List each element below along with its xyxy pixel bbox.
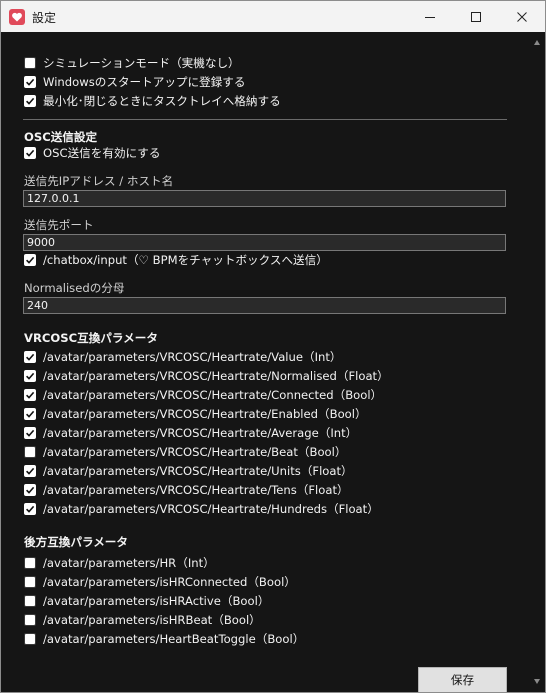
scroll-up-icon[interactable] <box>534 40 540 45</box>
checkbox-box[interactable] <box>24 370 36 382</box>
check-icon <box>26 505 35 513</box>
parameter-checkbox[interactable]: /avatar/parameters/VRCOSC/Heartrate/Unit… <box>24 463 353 479</box>
parameter-checkbox[interactable]: /avatar/parameters/VRCOSC/Heartrate/Enab… <box>24 406 367 422</box>
check-icon <box>26 486 35 494</box>
checkbox-box[interactable] <box>24 147 36 159</box>
settings-window: 設定 シミュレーションモード（実機なし） Windowsのスタートアップに登録す… <box>0 0 546 693</box>
checkbox-box[interactable] <box>24 576 36 588</box>
check-icon <box>26 410 35 418</box>
check-icon <box>26 78 35 86</box>
checkbox-label: /avatar/parameters/VRCOSC/Heartrate/Valu… <box>43 350 342 364</box>
heart-icon <box>9 9 25 25</box>
checkbox-label: /avatar/parameters/isHRBeat（Bool） <box>43 613 261 627</box>
checkbox-box[interactable] <box>24 557 36 569</box>
check-icon <box>26 97 35 105</box>
normalised-label: Normalisedの分母 <box>24 281 125 295</box>
maximize-button[interactable] <box>453 1 499 32</box>
parameter-checkbox[interactable]: /avatar/parameters/HeartBeatToggle（Bool） <box>24 631 304 647</box>
checkbox-label: /avatar/parameters/VRCOSC/Heartrate/Enab… <box>43 407 367 421</box>
check-icon <box>26 256 35 264</box>
checkbox-box[interactable] <box>24 351 36 363</box>
checkbox-box[interactable] <box>24 76 36 88</box>
save-button[interactable]: 保存 <box>418 667 507 692</box>
legacy-heading: 後方互換パラメータ <box>24 535 128 549</box>
parameter-checkbox[interactable]: /avatar/parameters/isHRActive（Bool） <box>24 593 269 609</box>
checkbox-box[interactable] <box>24 614 36 626</box>
parameter-checkbox[interactable]: /avatar/parameters/VRCOSC/Heartrate/Valu… <box>24 349 342 365</box>
checkbox-box[interactable] <box>24 503 36 515</box>
checkbox-label: /avatar/parameters/VRCOSC/Heartrate/Unit… <box>43 464 353 478</box>
checkbox-box[interactable] <box>24 95 36 107</box>
chatbox-checkbox[interactable]: /chatbox/input（♡ BPMをチャットボックスへ送信） <box>24 252 328 268</box>
checkbox-box[interactable] <box>24 57 36 69</box>
checkbox-label: /avatar/parameters/HeartBeatToggle（Bool） <box>43 632 305 646</box>
port-input[interactable]: 9000 <box>23 234 506 251</box>
checkbox-box[interactable] <box>24 408 36 420</box>
check-icon <box>26 372 35 380</box>
minimize-icon <box>425 16 435 18</box>
checkbox-label: /avatar/parameters/HR（Int） <box>43 556 215 570</box>
simulation-mode-checkbox[interactable]: シミュレーションモード（実機なし） <box>24 55 240 71</box>
checkbox-label: /avatar/parameters/VRCOSC/Heartrate/Beat… <box>43 445 347 459</box>
osc-heading: OSC送信設定 <box>24 130 98 144</box>
checkbox-label: /avatar/parameters/VRCOSC/Heartrate/Norm… <box>43 369 389 383</box>
parameter-checkbox[interactable]: /avatar/parameters/HR（Int） <box>24 555 215 571</box>
check-icon <box>26 429 35 437</box>
checkbox-label: /avatar/parameters/VRCOSC/Heartrate/Tens… <box>43 483 349 497</box>
settings-content: シミュレーションモード（実機なし） Windowsのスタートアップに登録する 最… <box>1 32 530 692</box>
checkbox-label: /avatar/parameters/isHRConnected（Bool） <box>43 575 296 589</box>
tray-checkbox[interactable]: 最小化･閉じるときにタスクトレイへ格納する <box>24 93 281 109</box>
check-icon <box>26 149 35 157</box>
host-label: 送信先IPアドレス / ホスト名 <box>24 174 174 188</box>
port-label: 送信先ポート <box>24 218 94 232</box>
vertical-scrollbar[interactable] <box>530 32 545 692</box>
close-icon <box>517 11 527 22</box>
host-input[interactable]: 127.0.0.1 <box>23 190 506 207</box>
parameter-checkbox[interactable]: /avatar/parameters/VRCOSC/Heartrate/Norm… <box>24 368 389 384</box>
checkbox-label: /chatbox/input（♡ BPMをチャットボックスへ送信） <box>43 253 328 267</box>
scroll-down-icon[interactable] <box>534 679 540 684</box>
checkbox-box[interactable] <box>24 446 36 458</box>
checkbox-label: シミュレーションモード（実機なし） <box>43 56 240 70</box>
window-title: 設定 <box>32 11 57 25</box>
checkbox-box[interactable] <box>24 465 36 477</box>
title-bar[interactable]: 設定 <box>1 1 545 32</box>
normalised-input[interactable]: 240 <box>23 297 506 314</box>
checkbox-label: /avatar/parameters/VRCOSC/Heartrate/Conn… <box>43 388 383 402</box>
parameter-checkbox[interactable]: /avatar/parameters/isHRBeat（Bool） <box>24 612 261 628</box>
checkbox-box[interactable] <box>24 595 36 607</box>
parameter-checkbox[interactable]: /avatar/parameters/VRCOSC/Heartrate/Tens… <box>24 482 349 498</box>
parameter-checkbox[interactable]: /avatar/parameters/VRCOSC/Heartrate/Hund… <box>24 501 379 517</box>
checkbox-box[interactable] <box>24 484 36 496</box>
checkbox-label: 最小化･閉じるときにタスクトレイへ格納する <box>43 94 281 108</box>
close-button[interactable] <box>499 1 545 32</box>
maximize-icon <box>471 11 481 22</box>
check-icon <box>26 391 35 399</box>
checkbox-box[interactable] <box>24 427 36 439</box>
checkbox-box[interactable] <box>24 389 36 401</box>
section-divider <box>23 119 507 120</box>
checkbox-label: Windowsのスタートアップに登録する <box>43 75 246 89</box>
check-icon <box>26 467 35 475</box>
checkbox-label: OSC送信を有効にする <box>43 146 161 160</box>
osc-enable-checkbox[interactable]: OSC送信を有効にする <box>24 145 160 161</box>
parameter-checkbox[interactable]: /avatar/parameters/isHRConnected（Bool） <box>24 574 296 590</box>
checkbox-label: /avatar/parameters/VRCOSC/Heartrate/Hund… <box>43 502 379 516</box>
startup-checkbox[interactable]: Windowsのスタートアップに登録する <box>24 74 245 90</box>
checkbox-label: /avatar/parameters/isHRActive（Bool） <box>43 594 270 608</box>
checkbox-box[interactable] <box>24 254 36 266</box>
parameter-checkbox[interactable]: /avatar/parameters/VRCOSC/Heartrate/Beat… <box>24 444 346 460</box>
vrcosc-heading: VRCOSC互換パラメータ <box>24 331 158 345</box>
checkbox-box[interactable] <box>24 633 36 645</box>
parameter-checkbox[interactable]: /avatar/parameters/VRCOSC/Heartrate/Aver… <box>24 425 357 441</box>
check-icon <box>26 353 35 361</box>
checkbox-label: /avatar/parameters/VRCOSC/Heartrate/Aver… <box>43 426 358 440</box>
parameter-checkbox[interactable]: /avatar/parameters/VRCOSC/Heartrate/Conn… <box>24 387 382 403</box>
minimize-button[interactable] <box>407 1 453 32</box>
